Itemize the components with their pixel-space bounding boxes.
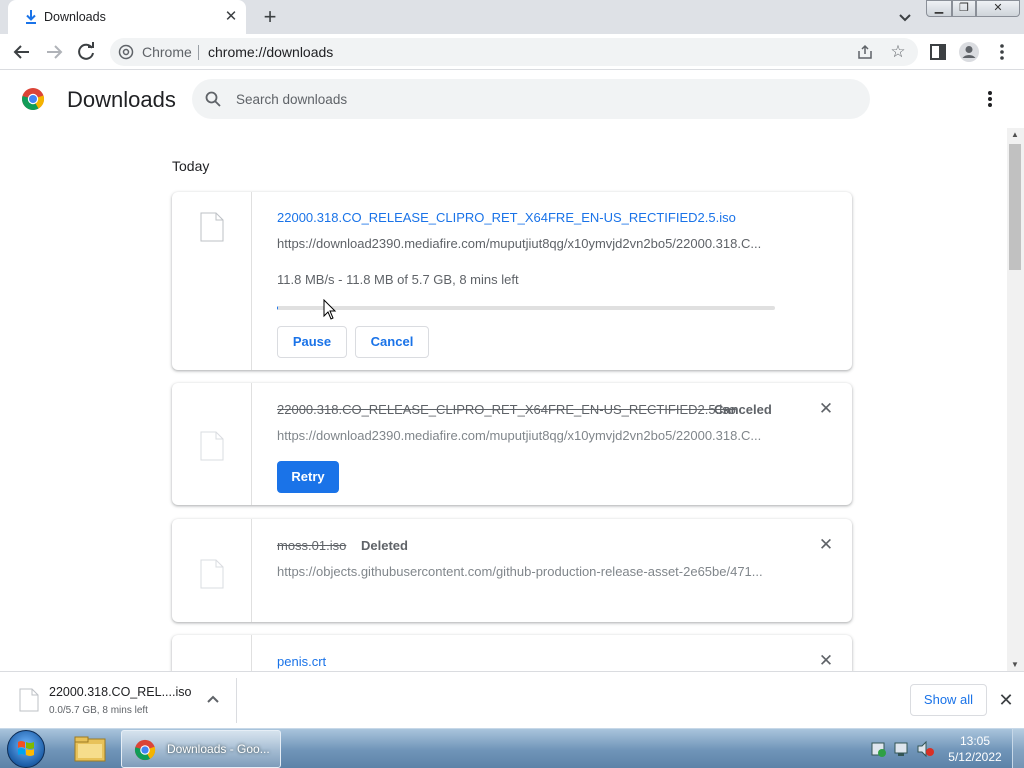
show-all-button[interactable]: Show all (910, 684, 987, 716)
browser-menu-icon[interactable] (990, 40, 1014, 64)
download-filename: 22000.318.CO_RELEASE_CLIPRO_RET_X64FRE_E… (277, 402, 736, 417)
shelf-item-status: 0.0/5.7 GB, 8 mins left (49, 705, 148, 716)
shelf-item-name[interactable]: 22000.318.CO_REL....iso (49, 685, 191, 699)
download-icon (26, 10, 36, 24)
section-date-label: Today (172, 158, 210, 174)
forward-icon[interactable] (41, 39, 67, 65)
profile-avatar-icon[interactable] (957, 40, 981, 64)
download-item-active: 22000.318.CO_RELEASE_CLIPRO_RET_X64FRE_E… (172, 192, 852, 370)
new-tab-button[interactable]: + (258, 4, 282, 30)
address-bar[interactable]: Chrome chrome://downloads ☆ (110, 38, 918, 66)
minimize-button[interactable]: ▁ (926, 0, 952, 17)
file-icon (200, 559, 224, 589)
chrome-logo-icon (134, 739, 156, 761)
download-status: 11.8 MB/s - 11.8 MB of 5.7 GB, 8 mins le… (277, 272, 519, 287)
tab-downloads[interactable]: Downloads ✕ (8, 0, 246, 34)
remove-item-close-icon[interactable]: ✕ (816, 535, 836, 555)
download-progress-fill (277, 306, 278, 310)
retry-button[interactable]: Retry (277, 461, 339, 493)
download-progress-bar (277, 306, 775, 310)
page-scrollbar[interactable]: ▲ ▼ (1007, 128, 1024, 671)
pause-button[interactable]: Pause (277, 326, 347, 358)
omnibox-separator (198, 45, 199, 60)
download-source-url[interactable]: https://objects.githubusercontent.com/gi… (277, 564, 763, 579)
download-source-url[interactable]: https://download2390.mediafire.com/muput… (277, 428, 761, 443)
file-icon-column (172, 383, 252, 505)
shelf-divider (236, 678, 237, 723)
restore-button[interactable]: ❐ (952, 0, 976, 17)
download-filename: moss.01.iso (277, 538, 347, 553)
chrome-taskbar-button[interactable]: Downloads - Goo... (121, 730, 281, 768)
scrollbar-thumb[interactable] (1009, 144, 1021, 270)
download-item: penis.crt ✕ (172, 635, 852, 671)
file-icon (19, 688, 39, 712)
omnibox-chip: Chrome (142, 44, 192, 60)
shelf-close-icon[interactable]: ✕ (996, 688, 1016, 712)
file-icon-column (172, 519, 252, 622)
side-panel-icon[interactable] (926, 40, 950, 64)
search-downloads-box[interactable] (192, 79, 870, 119)
url-text[interactable]: chrome://downloads (208, 44, 333, 60)
remove-item-close-icon[interactable]: ✕ (816, 399, 836, 419)
browser-toolbar: Chrome chrome://downloads ☆ (0, 34, 1024, 70)
tab-title: Downloads (44, 10, 106, 24)
cancel-button[interactable]: Cancel (355, 326, 429, 358)
download-source-url[interactable]: https://download2390.mediafire.com/muput… (277, 236, 761, 251)
download-state-deleted: Deleted (361, 538, 408, 553)
back-icon[interactable] (9, 39, 35, 65)
windows-taskbar: Downloads - Goo... 13:05 5/12/2022 (0, 728, 1024, 768)
window-close-button[interactable]: ✕ (976, 0, 1020, 17)
system-tray-icons[interactable] (868, 739, 942, 759)
downloads-menu-icon[interactable] (979, 87, 1001, 111)
reload-icon[interactable] (73, 39, 99, 65)
search-icon (205, 91, 221, 107)
chevron-up-icon[interactable] (203, 690, 223, 710)
download-filename-link[interactable]: penis.crt (277, 654, 326, 669)
bookmark-star-icon[interactable]: ☆ (888, 42, 908, 62)
chrome-secure-icon[interactable] (118, 44, 134, 60)
start-button[interactable] (7, 730, 45, 768)
windows-logo-icon (18, 741, 34, 756)
remove-item-close-icon[interactable]: ✕ (816, 651, 836, 671)
download-shelf: 22000.318.CO_REL....iso 0.0/5.7 GB, 8 mi… (0, 671, 1024, 728)
scroll-down-arrow-icon[interactable]: ▼ (1011, 660, 1019, 669)
download-item-canceled: 22000.318.CO_RELEASE_CLIPRO_RET_X64FRE_E… (172, 383, 852, 505)
file-icon-column (172, 635, 252, 671)
file-icon (200, 212, 224, 242)
file-icon-column (172, 192, 252, 370)
page-title: Downloads (67, 87, 176, 112)
tab-strip: Downloads ✕ + ▁ ❐ ✕ (0, 0, 1024, 34)
clock-date: 5/12/2022 (948, 750, 1002, 764)
tab-close-icon[interactable]: ✕ (220, 6, 242, 28)
downloads-header: Downloads (0, 71, 1024, 127)
mouse-cursor-icon (323, 299, 337, 320)
clock-time: 13:05 (959, 734, 991, 748)
tab-search-chevron-icon[interactable] (893, 5, 917, 29)
download-item-deleted: moss.01.iso Deleted ✕ https://objects.gi… (172, 519, 852, 622)
download-filename-link[interactable]: 22000.318.CO_RELEASE_CLIPRO_RET_X64FRE_E… (277, 210, 736, 225)
chrome-taskbar-label: Downloads - Goo... (167, 742, 270, 756)
download-state-canceled: Canceled (714, 402, 772, 417)
chrome-logo-icon (22, 88, 45, 110)
show-desktop-button[interactable] (1012, 729, 1024, 768)
file-explorer-taskbar-icon[interactable] (66, 730, 114, 768)
search-downloads-input[interactable] (236, 88, 836, 110)
share-icon[interactable] (856, 43, 874, 61)
scroll-up-arrow-icon[interactable]: ▲ (1011, 130, 1019, 139)
file-icon (200, 431, 224, 461)
taskbar-clock[interactable]: 13:05 5/12/2022 (944, 733, 1006, 765)
window-controls: ▁ ❐ ✕ (926, 0, 1020, 18)
